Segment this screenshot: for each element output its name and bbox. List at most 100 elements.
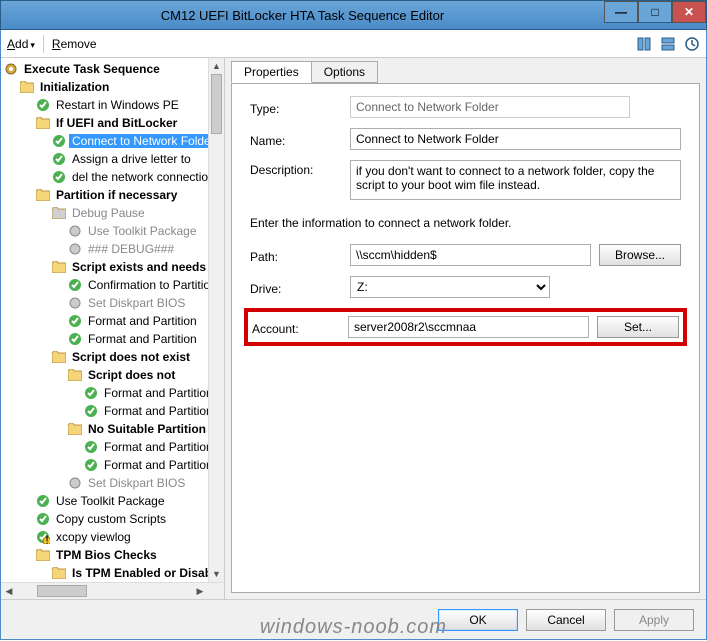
window-maximize-button[interactable]: □ xyxy=(638,1,672,23)
tree-panel: Execute Task Sequence Initialization Resta… xyxy=(1,58,225,599)
add-menu[interactable]: Add▾ xyxy=(7,37,35,51)
tree-item[interactable]: Assign a drive letter to xyxy=(1,150,224,168)
tree-item[interactable]: Partition if necessary xyxy=(1,186,224,204)
tree-item-label: If UEFI and BitLocker xyxy=(53,116,180,130)
tree-item[interactable]: Format and Partition xyxy=(1,456,224,474)
tree-item[interactable]: Restart in Windows PE xyxy=(1,96,224,114)
toolbar-icon-1[interactable] xyxy=(636,36,652,52)
toolbar-icon-2[interactable] xyxy=(660,36,676,52)
tree-item[interactable]: Use Toolkit Package xyxy=(1,492,224,510)
tree-item-label: Initialization xyxy=(37,80,112,94)
tree-item[interactable]: Execute Task Sequence xyxy=(1,60,224,78)
tree-item[interactable]: !xcopy viewlog xyxy=(1,528,224,546)
account-label: Account: xyxy=(252,319,348,336)
folder-icon xyxy=(35,187,51,203)
description-label: Description: xyxy=(250,160,350,177)
path-input[interactable] xyxy=(350,244,591,266)
tree-item[interactable]: Connect to Network Folder xyxy=(1,132,224,150)
tab-properties[interactable]: Properties xyxy=(231,61,312,83)
tree-item[interactable]: ### DEBUG### xyxy=(1,240,224,258)
tree-item[interactable]: Script exists and needs xyxy=(1,258,224,276)
checkwarn-icon: ! xyxy=(35,529,51,545)
check-icon xyxy=(35,493,51,509)
tree-item[interactable]: Set Diskpart BIOS xyxy=(1,474,224,492)
tab-options[interactable]: Options xyxy=(311,61,378,83)
cancel-button[interactable]: Cancel xyxy=(526,609,606,631)
tree-item-label: Restart in Windows PE xyxy=(53,98,182,112)
task-sequence-tree[interactable]: Execute Task Sequence Initialization Resta… xyxy=(1,58,224,582)
check-icon xyxy=(35,97,51,113)
tree-item-label: xcopy viewlog xyxy=(53,530,134,544)
tree-item-label: Use Toolkit Package xyxy=(53,494,168,508)
dialog-button-bar: OK Cancel Apply xyxy=(1,599,706,639)
tree-item-label: Format and Partition xyxy=(101,386,216,400)
check-icon xyxy=(67,277,83,293)
tree-item-label: TPM Bios Checks xyxy=(53,548,160,562)
window-minimize-button[interactable]: — xyxy=(604,1,638,23)
tree-item-label: ### DEBUG### xyxy=(85,242,177,256)
tree-item[interactable]: Script does not xyxy=(1,366,224,384)
drive-label: Drive: xyxy=(250,279,350,296)
properties-panel: Properties Options Type: Connect to Netw… xyxy=(225,58,706,599)
tree-horizontal-scrollbar[interactable]: ◀ ▶ xyxy=(1,582,224,599)
tree-item[interactable]: If UEFI and BitLocker xyxy=(1,114,224,132)
window-titlebar: CM12 UEFI BitLocker HTA Task Sequence Ed… xyxy=(0,0,707,30)
tree-item[interactable]: Initialization xyxy=(1,78,224,96)
ok-button[interactable]: OK xyxy=(438,609,518,631)
path-label: Path: xyxy=(250,247,350,264)
toolbar-icon-3[interactable] xyxy=(684,36,700,52)
description-input[interactable] xyxy=(350,160,681,200)
drive-select[interactable]: Z: xyxy=(350,276,550,298)
tree-item-label: Format and Partition xyxy=(85,332,200,346)
name-label: Name: xyxy=(250,131,350,148)
folder-icon xyxy=(67,421,83,437)
tree-item-label: Format and Partition xyxy=(101,440,216,454)
gear-icon xyxy=(3,61,19,77)
tree-item-label: Use Toolkit Package xyxy=(85,224,200,238)
disc-icon xyxy=(67,241,83,257)
folderdim-icon xyxy=(51,205,67,221)
tree-item[interactable]: Format and Partition xyxy=(1,312,224,330)
tree-item[interactable]: Set Diskpart BIOS xyxy=(1,294,224,312)
tree-item[interactable]: Format and Partition xyxy=(1,330,224,348)
window-close-button[interactable]: ✕ xyxy=(672,1,706,23)
disc-icon xyxy=(67,295,83,311)
tree-item[interactable]: Script does not exist xyxy=(1,348,224,366)
tree-item[interactable]: Format and Partition xyxy=(1,438,224,456)
tree-item-label: Format and Partition xyxy=(101,458,216,472)
folder-icon xyxy=(51,259,67,275)
browse-button[interactable]: Browse... xyxy=(599,244,681,266)
tree-item-label: No Suitable Partition xyxy=(85,422,209,436)
tree-item-label: Assign a drive letter to xyxy=(69,152,194,166)
tree-item[interactable]: Debug Pause xyxy=(1,204,224,222)
tree-item[interactable]: Format and Partition xyxy=(1,384,224,402)
tree-item[interactable]: Use Toolkit Package xyxy=(1,222,224,240)
tree-item-label: Confirmation to Partition xyxy=(85,278,220,292)
folder-icon xyxy=(19,79,35,95)
tree-item[interactable]: del the network connection xyxy=(1,168,224,186)
tree-item[interactable]: Format and Partition xyxy=(1,402,224,420)
name-input[interactable] xyxy=(350,128,681,150)
tree-item[interactable]: Is TPM Enabled or Disabled xyxy=(1,564,224,582)
set-button[interactable]: Set... xyxy=(597,316,679,338)
tree-item[interactable]: Copy custom Scripts xyxy=(1,510,224,528)
check-icon xyxy=(67,331,83,347)
toolbar: Add▾ Remove xyxy=(1,30,706,58)
account-input xyxy=(348,316,589,338)
apply-button[interactable]: Apply xyxy=(614,609,694,631)
tree-vertical-scrollbar[interactable]: ▲ ▼ xyxy=(208,58,224,582)
check-icon xyxy=(83,439,99,455)
tree-item-label: Format and Partition xyxy=(101,404,216,418)
folder-icon xyxy=(35,547,51,563)
check-icon xyxy=(83,403,99,419)
tree-item[interactable]: No Suitable Partition xyxy=(1,420,224,438)
remove-button[interactable]: Remove xyxy=(52,37,97,51)
tree-item[interactable]: TPM Bios Checks xyxy=(1,546,224,564)
disc-icon xyxy=(67,223,83,239)
tree-item-label: Script exists and needs xyxy=(69,260,209,274)
tree-item-label: Script does not xyxy=(85,368,178,382)
tree-item[interactable]: Confirmation to Partition xyxy=(1,276,224,294)
tree-item-label: Execute Task Sequence xyxy=(21,62,163,76)
tree-item-label: Script does not exist xyxy=(69,350,193,364)
type-value: Connect to Network Folder xyxy=(350,96,630,118)
